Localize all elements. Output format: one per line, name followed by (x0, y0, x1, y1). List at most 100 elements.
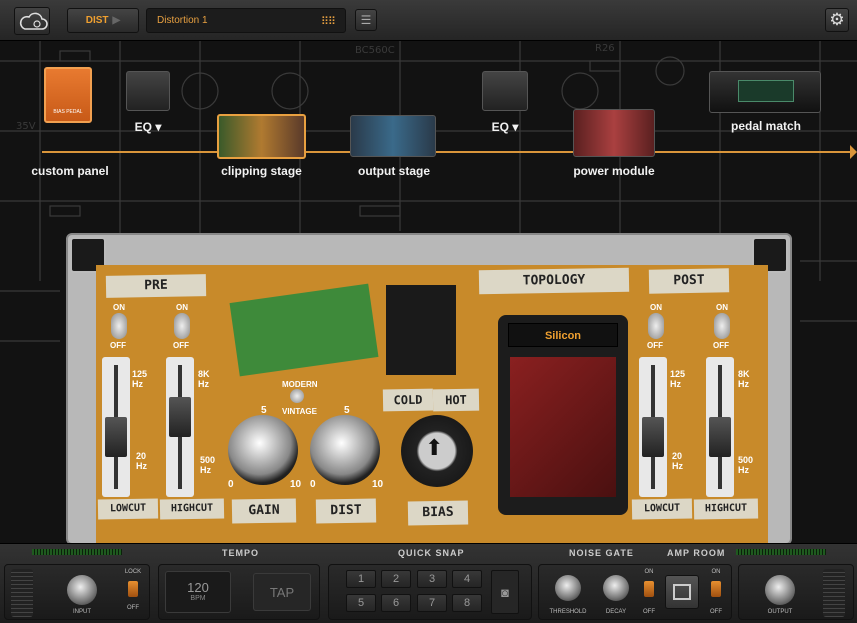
snap-button-5[interactable]: 5 (346, 594, 376, 612)
menu-button[interactable]: ☰ (355, 9, 377, 31)
post-highcut-slider-handle[interactable] (709, 417, 731, 457)
gain-knob[interactable] (228, 415, 298, 485)
pre-highcut-off-label: OFF (173, 341, 189, 350)
chain-label-eq-1[interactable]: EQ ▾ (126, 120, 170, 134)
post-lowcut-slider-handle[interactable] (642, 417, 664, 457)
hot-label: HOT (432, 388, 480, 412)
bpm-value: 120 (187, 580, 209, 595)
custom-panel-thumb[interactable]: BIAS PEDAL (44, 67, 92, 123)
snap-button-7[interactable]: 7 (417, 594, 447, 612)
clipping-stage-thumb[interactable] (217, 114, 306, 159)
snap-button-1[interactable]: 1 (346, 570, 376, 588)
pcb-green (229, 283, 379, 377)
snap-button-3[interactable]: 3 (417, 570, 447, 588)
chain-label-pedal-match[interactable]: pedal match (716, 119, 816, 133)
snap-button-6[interactable]: 6 (381, 594, 411, 612)
lock-switch[interactable] (128, 581, 138, 597)
camera-icon: ◙ (501, 585, 509, 600)
pre-lowcut-toggle[interactable] (111, 313, 127, 339)
snap-button-8[interactable]: 8 (452, 594, 482, 612)
pre-lowcut-slider[interactable] (102, 357, 130, 497)
gate-on-label: ON (644, 569, 654, 575)
pre-lowcut-slider-handle[interactable] (105, 417, 127, 457)
eq-2-thumb[interactable] (482, 71, 528, 111)
chain-label-eq-2[interactable]: EQ ▾ (482, 120, 528, 134)
pre-highcut-label: HIGHCUT (159, 498, 225, 520)
room-off-label: OFF (710, 609, 722, 615)
mode-dist-button[interactable]: DIST ▶ (67, 8, 139, 33)
pedal-match-thumb[interactable] (709, 71, 821, 113)
pre-highcut-slider[interactable] (166, 357, 194, 497)
pre-lowcut-off-label: OFF (110, 341, 126, 350)
input-meter (32, 549, 122, 555)
svg-text:BC560C: BC560C (355, 45, 395, 56)
snapshot-camera-button[interactable]: ◙ (491, 570, 519, 614)
bias-label: BIAS (407, 500, 469, 526)
post-highcut-toggle[interactable] (714, 313, 730, 339)
dist-label: DIST (315, 498, 377, 524)
post-lowcut-bottom-label: 20 Hz (672, 451, 683, 471)
gain-mid-label: 5 (261, 405, 267, 416)
dist-max-label: 10 (372, 479, 384, 490)
chain-label-output-stage[interactable]: output stage (344, 164, 444, 178)
post-lowcut-toggle[interactable] (648, 313, 664, 339)
post-highcut-label: HIGHCUT (693, 498, 759, 520)
svg-text:35V: 35V (16, 121, 36, 132)
room-switch[interactable] (711, 581, 721, 597)
room-on-label: ON (711, 569, 721, 575)
bias-knob[interactable]: ⬆ (401, 415, 473, 487)
quick-snap-title: QUICK SNAP (398, 548, 465, 558)
pre-highcut-bottom-label: 500 Hz (200, 455, 216, 475)
chain-label-clipping-stage[interactable]: clipping stage (206, 164, 317, 178)
topology-display[interactable]: Silicon (498, 315, 628, 515)
input-knob[interactable] (67, 575, 97, 605)
mode-label: DIST (85, 15, 109, 26)
cloud-button[interactable] (14, 7, 50, 35)
topology-value[interactable]: Silicon (508, 323, 618, 347)
snap-button-2[interactable]: 2 (381, 570, 411, 588)
hamburger-icon: ☰ (360, 13, 372, 27)
decay-knob[interactable] (603, 575, 629, 601)
bpm-display[interactable]: 120 BPM (165, 571, 231, 613)
pedal-thumb-text: BIAS PEDAL (53, 109, 83, 115)
eq-1-thumb[interactable] (126, 71, 170, 111)
chain-label-custom-panel[interactable]: custom panel (24, 164, 116, 178)
pre-highcut-on-label: ON (176, 303, 188, 312)
vintage-label: VINTAGE (282, 407, 317, 416)
pre-label: PRE (105, 274, 207, 298)
post-highcut-slider[interactable] (706, 357, 734, 497)
output-stage-thumb[interactable] (350, 115, 436, 157)
tap-button[interactable]: TAP (253, 573, 311, 611)
grid-icon[interactable]: ⠿⠿ (321, 15, 336, 28)
post-highcut-on-label: ON (716, 303, 728, 312)
cloud-icon (19, 12, 48, 30)
modern-vintage-toggle[interactable] (290, 389, 304, 403)
bias-arrow-icon: ⬆ (425, 435, 444, 460)
power-module-thumb[interactable] (573, 109, 655, 157)
chain-label-power-module[interactable]: power module (564, 164, 664, 178)
amp-room-button[interactable] (665, 575, 699, 609)
bpm-unit: BPM (190, 595, 206, 602)
svg-text:R26: R26 (595, 43, 615, 54)
threshold-knob[interactable] (555, 575, 581, 601)
snap-button-4[interactable]: 4 (452, 570, 482, 588)
dist-knob[interactable] (310, 415, 380, 485)
settings-button[interactable]: ⚙ (825, 8, 849, 32)
gain-label: GAIN (231, 498, 297, 524)
top-toolbar: DIST ▶ Distortion 1 ⠿⠿ ☰ ⚙ (0, 0, 857, 41)
input-panel: INPUT LOCK OFF (4, 564, 150, 620)
quick-snap-panel: 1 2 3 4 5 6 7 8 ◙ (328, 564, 532, 620)
output-knob[interactable] (765, 575, 795, 605)
amp-room-title: AMP ROOM (667, 548, 726, 558)
pre-highcut-toggle[interactable] (174, 313, 190, 339)
dist-min-label: 0 (310, 479, 316, 490)
pre-highcut-slider-handle[interactable] (169, 397, 191, 437)
topology-circuit-image (510, 357, 616, 497)
tap-label: TAP (269, 585, 295, 600)
post-lowcut-slider[interactable] (639, 357, 667, 497)
play-arrow-icon: ▶ (112, 15, 121, 26)
gate-switch[interactable] (644, 581, 654, 597)
post-highcut-off-label: OFF (713, 341, 729, 350)
preset-name-field[interactable]: Distortion 1 ⠿⠿ (146, 8, 346, 33)
circuit-board: PRE TOPOLOGY POST ON OFF ON OFF 125 Hz 2… (96, 265, 768, 543)
